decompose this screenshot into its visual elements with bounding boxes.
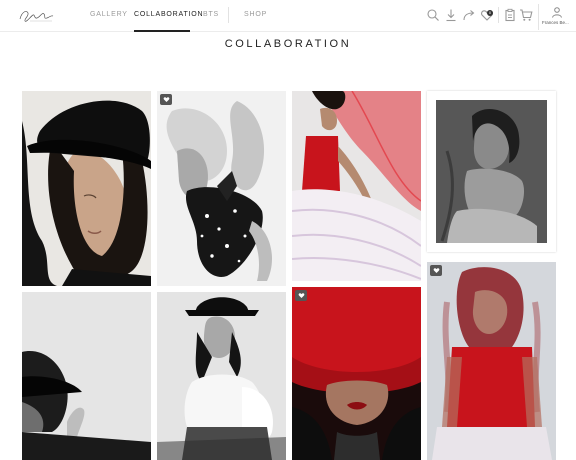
download-icon[interactable]: [444, 8, 458, 22]
photo-tile[interactable]: [427, 91, 556, 252]
user-name: Frances Be...: [542, 20, 569, 25]
logo-script-icon: [19, 11, 54, 22]
photo-image: [427, 262, 556, 460]
top-bar: GALLERY COLLABORATION BTS SHOP 0 Frances…: [0, 0, 576, 32]
photo-image: [292, 287, 421, 460]
favorite-button[interactable]: [430, 265, 442, 276]
heart-icon: [433, 268, 439, 273]
nav-divider: [228, 7, 229, 23]
photo-image: [22, 292, 151, 460]
favorite-button[interactable]: [160, 94, 172, 105]
photo-image: [157, 91, 286, 286]
photo-tile[interactable]: [427, 262, 556, 460]
active-nav-underline: [134, 30, 190, 32]
photo-image: [292, 91, 421, 281]
nav-collaboration[interactable]: COLLABORATION: [134, 11, 203, 18]
clipboard-icon[interactable]: [503, 8, 517, 22]
photo-tile[interactable]: [292, 287, 421, 460]
nav-bts[interactable]: BTS: [203, 11, 219, 18]
brand-logo[interactable]: [16, 6, 56, 26]
favorite-button[interactable]: [295, 290, 307, 301]
toolbar-divider: [498, 7, 499, 23]
search-icon[interactable]: [426, 8, 440, 22]
page-title: COLLABORATION: [224, 38, 352, 50]
nav-shop[interactable]: SHOP: [244, 11, 267, 18]
user-menu[interactable]: Frances Be...: [538, 4, 574, 30]
user-icon: [551, 5, 563, 18]
photo-tile[interactable]: [22, 91, 151, 286]
share-icon[interactable]: [462, 8, 476, 22]
heart-icon: [163, 97, 169, 102]
photo-image: [427, 91, 556, 252]
photo-tile[interactable]: [292, 91, 421, 281]
favorites-count-badge: 0: [487, 10, 493, 16]
photo-tile[interactable]: [22, 292, 151, 460]
heart-icon: [298, 293, 304, 298]
photo-image: [22, 91, 151, 286]
photo-tile[interactable]: [157, 91, 286, 286]
cart-icon[interactable]: [519, 8, 533, 22]
photo-tile[interactable]: [157, 292, 286, 460]
photo-image: [157, 292, 286, 460]
nav-gallery[interactable]: GALLERY: [90, 11, 128, 18]
